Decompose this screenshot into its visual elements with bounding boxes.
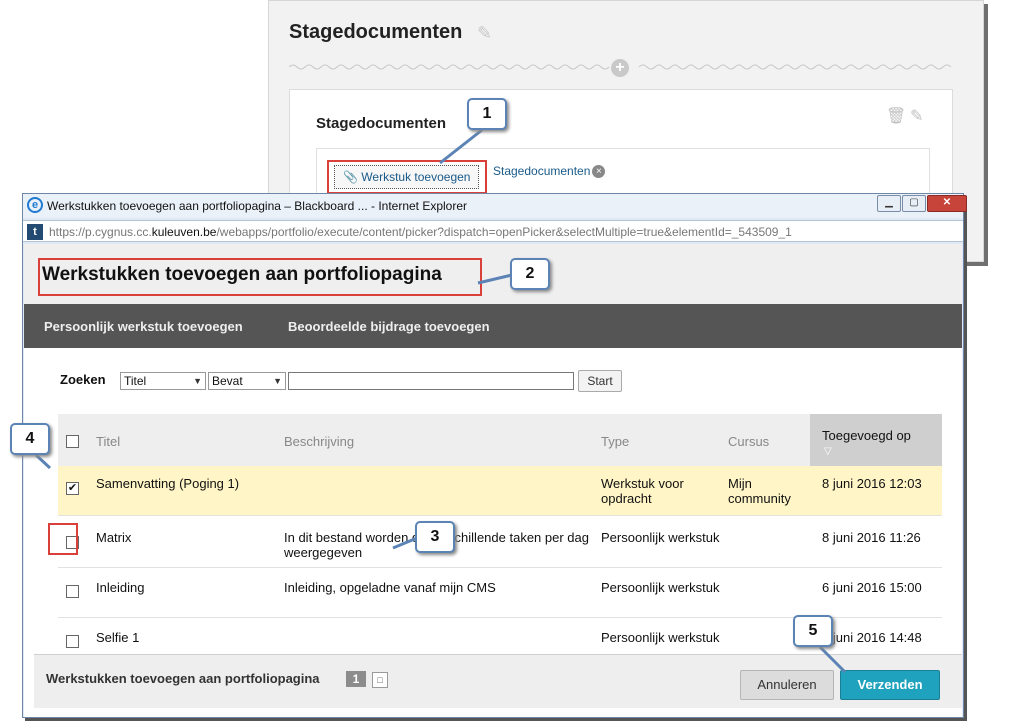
row-type: Persoonlijk werkstuk: [601, 580, 720, 595]
url-path: /webapps/portfolio/execute/content/picke…: [216, 225, 792, 239]
row-added: 8 juni 2016 12:03: [822, 476, 922, 491]
table-header: Titel Beschrijving Type Cursus Toegevoeg…: [58, 414, 942, 466]
url-prefix: https://p.cygnus.cc.: [49, 225, 152, 239]
column-header-type[interactable]: Type: [601, 434, 629, 449]
address-url[interactable]: https://p.cygnus.cc.kuleuven.be/webapps/…: [49, 225, 792, 239]
column-header-course[interactable]: Cursus: [728, 434, 769, 449]
footer-title: Werkstukken toevoegen aan portfoliopagin…: [46, 671, 320, 686]
close-icon[interactable]: ✕: [927, 195, 967, 212]
callout-badge: 3: [415, 521, 455, 553]
highlight-box: [38, 258, 482, 296]
trash-icon[interactable]: 🗑: [886, 106, 906, 126]
column-header-description[interactable]: Beschrijving: [284, 434, 354, 449]
add-module-plus-icon[interactable]: +: [611, 59, 629, 77]
edit-pencil-icon[interactable]: ✎: [910, 106, 923, 126]
row-type: Persoonlijk werkstuk: [601, 630, 720, 645]
row-added: 8 juni 2016 14:48: [822, 630, 922, 645]
add-graded-contribution-button[interactable]: Beoordeelde bijdrage toevoegen: [288, 319, 490, 334]
expand-selection-icon[interactable]: □: [372, 672, 388, 688]
column-header-title[interactable]: Titel: [96, 434, 120, 449]
search-field-value: Titel: [124, 374, 147, 388]
callout-badge: 1: [467, 98, 507, 130]
chevron-down-icon: ▼: [193, 376, 202, 386]
row-checkbox[interactable]: [66, 585, 79, 598]
cancel-button[interactable]: Annuleren: [740, 670, 834, 700]
callout-badge: 4: [10, 423, 50, 455]
table-row[interactable]: Matrix In dit bestand worden de verschil…: [58, 516, 942, 568]
callout-badge: 5: [793, 615, 833, 647]
submit-button[interactable]: Verzenden: [840, 670, 940, 700]
remove-tag-icon[interactable]: ×: [592, 165, 606, 179]
selected-count-badge: 1: [346, 671, 366, 687]
edit-pencil-icon[interactable]: ✎: [477, 23, 492, 44]
url-domain: kuleuven.be: [151, 225, 217, 239]
card-title: Stagedocumenten: [316, 115, 447, 132]
row-course: Mijn community: [728, 476, 791, 506]
column-header-added[interactable]: Toegevoegd op: [822, 428, 911, 443]
section-title: Stagedocumenten: [289, 21, 463, 43]
search-label: Zoeken: [60, 372, 106, 387]
sort-descending-icon[interactable]: ▽: [824, 446, 832, 457]
row-title: Inleiding: [96, 580, 145, 595]
row-checkbox[interactable]: ✔: [66, 482, 79, 495]
row-added: 6 juni 2016 15:00: [822, 580, 922, 595]
add-personal-artifact-button[interactable]: Persoonlijk werkstuk toevoegen: [44, 319, 243, 334]
maximize-icon[interactable]: ▢: [902, 195, 926, 212]
search-operator-select[interactable]: Bevat ▼: [208, 372, 286, 390]
search-field-select[interactable]: Titel ▼: [120, 372, 206, 390]
row-title: Selfie 1: [96, 630, 140, 645]
action-bar: Persoonlijk werkstuk toevoegen Beoordeel…: [24, 304, 962, 348]
address-bar[interactable]: t https://p.cygnus.cc.kuleuven.be/webapp…: [23, 220, 963, 242]
row-type: Persoonlijk werkstuk: [601, 530, 720, 545]
highlight-box: [327, 160, 487, 194]
callout-badge: 2: [510, 258, 550, 290]
row-title: Matrix: [96, 530, 132, 545]
search-input[interactable]: [288, 372, 574, 390]
row-type: Werkstuk voor opdracht: [601, 476, 684, 506]
search-start-button[interactable]: Start: [578, 370, 622, 392]
row-description: Inleiding, opgeladne vanaf mijn CMS: [284, 580, 496, 595]
window-titlebar[interactable]: e Werkstukken toevoegen aan portfoliopag…: [23, 194, 967, 218]
search-operator-value: Bevat: [212, 374, 243, 388]
site-favicon-icon: t: [27, 224, 43, 240]
row-checkbox[interactable]: [66, 635, 79, 648]
select-all-checkbox[interactable]: [66, 435, 79, 448]
artifact-tag-label: Stagedocumenten: [493, 164, 591, 178]
chevron-down-icon: ▼: [273, 376, 282, 386]
window-title: Werkstukken toevoegen aan portfoliopagin…: [47, 199, 468, 213]
internet-explorer-icon: e: [27, 197, 43, 213]
page-header: Werkstukken toevoegen aan portfoliopagin…: [24, 244, 962, 304]
table-row[interactable]: Inleiding Inleiding, opgeladne vanaf mij…: [58, 568, 942, 618]
highlight-box: [48, 523, 78, 555]
submit-footer: Werkstukken toevoegen aan portfoliopagin…: [34, 654, 962, 708]
minimize-icon[interactable]: ▁: [877, 195, 901, 212]
row-added: 8 juni 2016 11:26: [822, 530, 921, 545]
table-row[interactable]: ✔ Samenvatting (Poging 1) Werkstuk voor …: [58, 466, 942, 516]
artifact-tag[interactable]: Stagedocumenten ×: [493, 164, 606, 179]
row-title: Samenvatting (Poging 1): [96, 476, 240, 491]
